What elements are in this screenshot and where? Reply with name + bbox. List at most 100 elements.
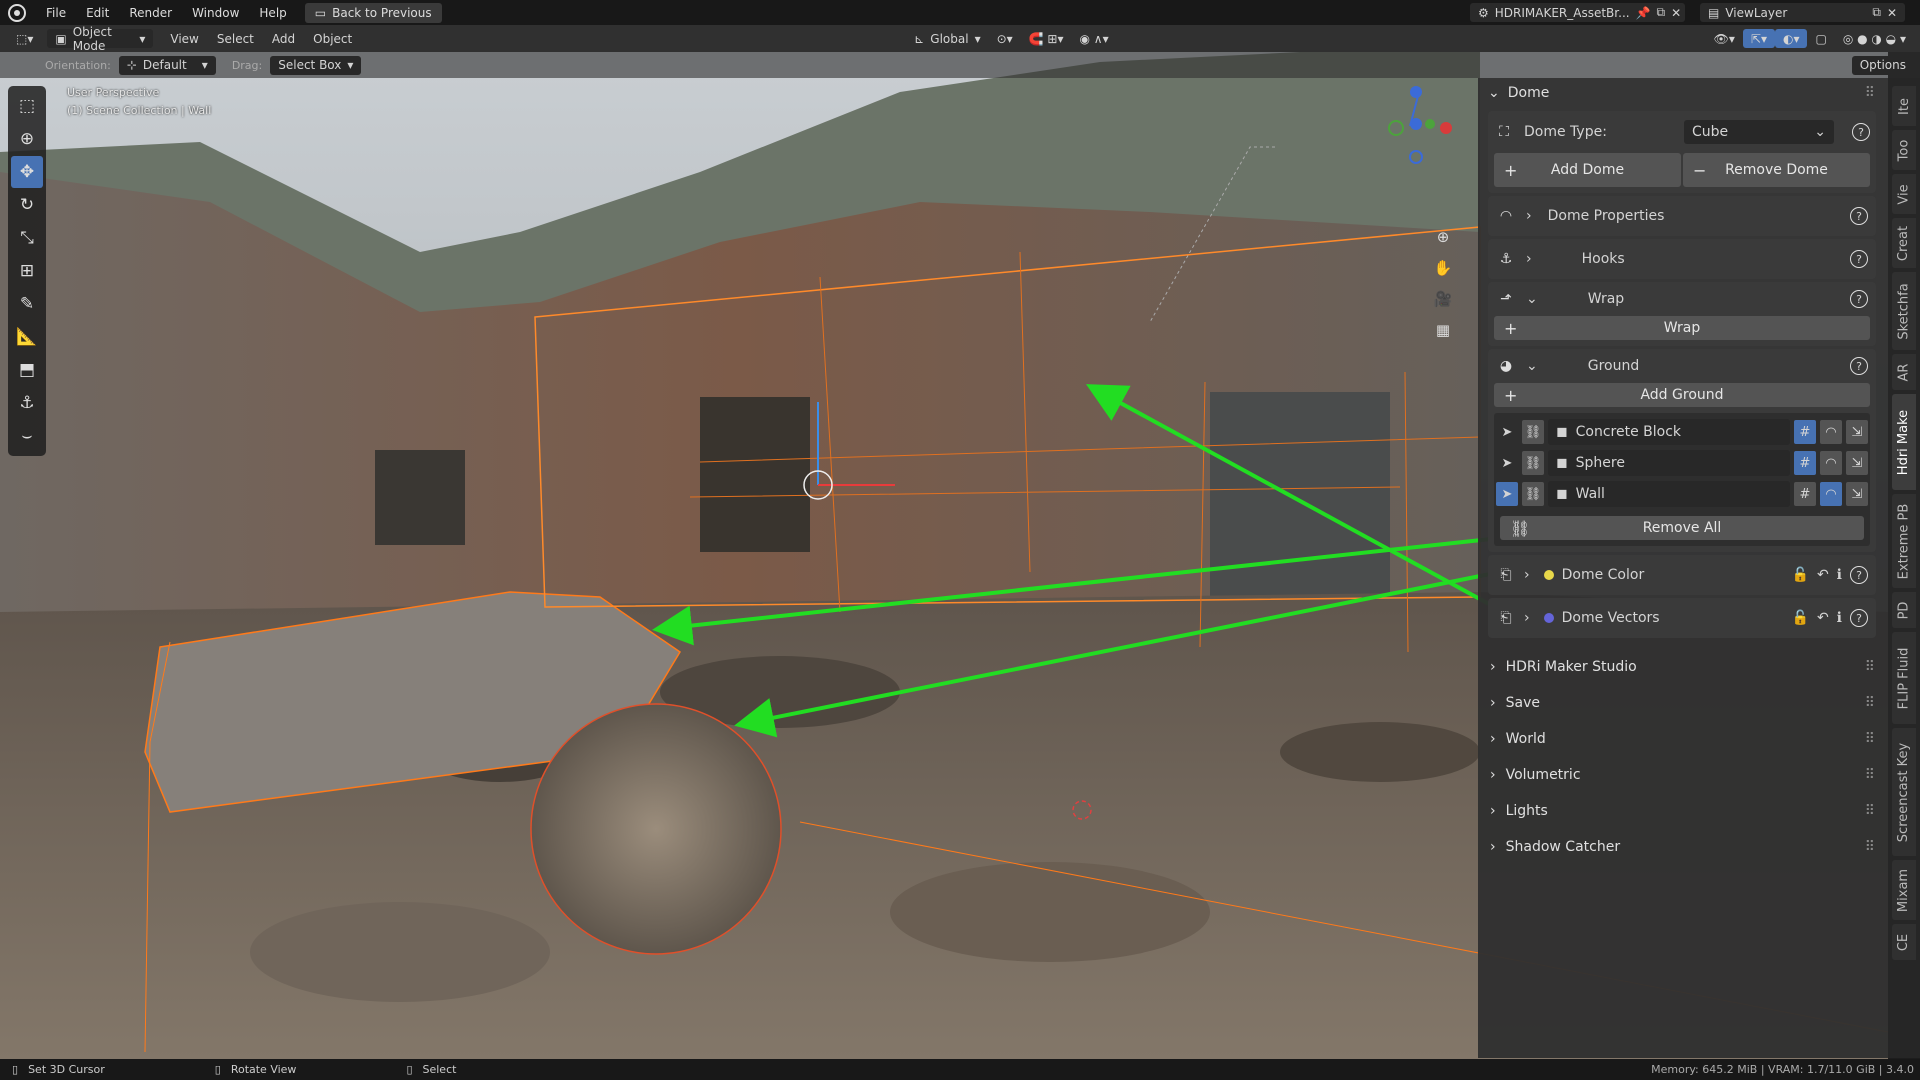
menu-help[interactable]: Help — [249, 6, 296, 20]
lock-icon[interactable]: 🔓 — [1792, 567, 1809, 583]
dome-vectors-section[interactable]: ⎗ › Dome Vectors 🔓 ↶ ℹ ? — [1488, 598, 1876, 638]
arc-icon[interactable]: ◠ — [1820, 482, 1842, 506]
grid-icon[interactable]: # — [1794, 451, 1816, 475]
hook-tool-icon[interactable]: ⚓ — [11, 387, 43, 419]
tab-sketchfab[interactable]: Sketchfa — [1892, 272, 1916, 350]
select-arrow-icon[interactable]: ➤ — [1496, 482, 1518, 506]
tab-mixamo[interactable]: Mixam — [1892, 860, 1916, 920]
select-arrow-icon[interactable]: ➤ — [1496, 420, 1518, 444]
menu-edit[interactable]: Edit — [76, 6, 119, 20]
blender-logo-icon[interactable] — [8, 3, 26, 22]
close-icon[interactable]: ✕ — [1671, 6, 1681, 20]
add-ground-button[interactable]: + Add Ground — [1494, 383, 1870, 407]
drag-grip-icon[interactable]: ⠿ — [1865, 767, 1875, 783]
rotate-tool-icon[interactable]: ↻ — [11, 189, 43, 221]
cursor-tool-icon[interactable]: ⊕ — [11, 123, 43, 155]
options-dropdown[interactable]: Options — [1851, 55, 1914, 75]
section-hdri-maker-studio[interactable]: › HDRi Maker Studio ⠿ — [1478, 649, 1888, 685]
view-layer-selector[interactable]: ▤ ViewLayer ⧉ ✕ — [1700, 3, 1905, 22]
unlink-icon[interactable]: ⛓ — [1522, 451, 1544, 475]
menu-window[interactable]: Window — [182, 6, 249, 20]
reset-icon[interactable]: ↶ — [1817, 610, 1829, 626]
tab-pd[interactable]: PD — [1892, 592, 1916, 628]
orientation-dropdown[interactable]: ⊹ Default ▾ — [118, 55, 216, 75]
section-world[interactable]: › World ⠿ — [1478, 721, 1888, 757]
add-dome-button[interactable]: + Add Dome — [1494, 153, 1681, 187]
wrap-button[interactable]: + Wrap — [1494, 316, 1870, 340]
move-tool-icon[interactable]: ✥ — [11, 156, 43, 188]
tab-hdri-maker[interactable]: Hdri Make — [1892, 394, 1916, 490]
help-icon[interactable]: ? — [1850, 357, 1868, 375]
help-icon[interactable]: ? — [1850, 207, 1868, 225]
snap-toggle[interactable]: 🧲 ⊞▾ — [1021, 29, 1072, 48]
arc-icon[interactable]: ◠ — [1820, 420, 1842, 444]
xray-toggle[interactable]: ▢ — [1807, 29, 1834, 48]
scale-tool-icon[interactable]: ⤡ — [11, 222, 43, 254]
tab-item[interactable]: Ite — [1892, 86, 1916, 126]
menu-file[interactable]: File — [36, 6, 76, 20]
shading-modes[interactable]: ◎ ● ◑ ◒ ▾ — [1835, 29, 1914, 48]
section-lights[interactable]: › Lights ⠿ — [1478, 793, 1888, 829]
drag-grip-icon[interactable]: ⠿ — [1865, 695, 1875, 711]
export-icon[interactable]: ⇲ — [1846, 482, 1868, 506]
editor-type-dropdown[interactable]: ⬚▾ — [8, 29, 41, 48]
hand-pan-icon[interactable]: ✋ — [1430, 255, 1456, 281]
gizmo-toggle[interactable]: ⇱▾ — [1742, 29, 1775, 48]
copy-icon[interactable]: ⧉ — [1657, 5, 1666, 20]
visibility-dropdown[interactable]: 👁▾ — [1706, 29, 1743, 48]
zoom-icon[interactable]: ⊕ — [1430, 224, 1456, 250]
grid-icon[interactable]: # — [1794, 420, 1816, 444]
add-cube-tool-icon[interactable]: ⬒ — [11, 354, 43, 386]
close-layer-icon[interactable]: ✕ — [1887, 6, 1897, 20]
help-icon[interactable]: ? — [1850, 566, 1868, 584]
remove-dome-button[interactable]: − Remove Dome — [1683, 153, 1870, 187]
info-icon[interactable]: ℹ — [1837, 610, 1842, 626]
help-icon[interactable]: ? — [1850, 290, 1868, 308]
ground-header[interactable]: ◕ ⌄ Ground ? — [1494, 349, 1870, 383]
drag-grip-icon[interactable]: ⠿ — [1865, 85, 1875, 101]
copy-layer-icon[interactable]: ⧉ — [1872, 5, 1881, 20]
dome-properties-section[interactable]: ◠ › Dome Properties ? — [1488, 196, 1876, 236]
object-name-field[interactable]: ◼ Concrete Block — [1548, 419, 1790, 445]
object-name-field[interactable]: ◼ Sphere — [1548, 450, 1790, 476]
annotate-tool-icon[interactable]: ✎ — [11, 288, 43, 320]
dome-panel-header[interactable]: ⌄ Dome ⠿ — [1478, 78, 1888, 108]
section-save[interactable]: › Save ⠿ — [1478, 685, 1888, 721]
select-box-tool-icon[interactable]: ⬚ — [11, 90, 43, 122]
tab-view[interactable]: Vie — [1892, 174, 1916, 214]
pivot-dropdown[interactable]: ⊙▾ — [989, 29, 1021, 48]
wrap-header[interactable]: ⬏ ⌄ Wrap ? — [1488, 282, 1876, 316]
section-shadow-catcher[interactable]: › Shadow Catcher ⠿ — [1478, 829, 1888, 865]
grid-perspective-icon[interactable]: ▦ — [1430, 317, 1456, 343]
tab-ce[interactable]: CE — [1892, 924, 1916, 960]
section-volumetric[interactable]: › Volumetric ⠿ — [1478, 757, 1888, 793]
curve-tool-icon[interactable]: ⌣ — [11, 420, 43, 452]
measure-tool-icon[interactable]: 📐 — [11, 321, 43, 353]
reset-icon[interactable]: ↶ — [1817, 567, 1829, 583]
back-to-previous-button[interactable]: ▭ Back to Previous — [304, 2, 442, 23]
menu-render[interactable]: Render — [119, 6, 182, 20]
export-icon[interactable]: ⇲ — [1846, 420, 1868, 444]
menu-object[interactable]: Object — [304, 32, 361, 46]
pin-icon[interactable]: 📌 — [1636, 6, 1651, 20]
tab-flip-fluid[interactable]: FLIP Fluid — [1892, 632, 1916, 724]
export-icon[interactable]: ⇲ — [1846, 451, 1868, 475]
drag-dropdown[interactable]: Select Box ▾ — [270, 55, 362, 75]
object-name-field[interactable]: ◼ Wall — [1548, 481, 1790, 507]
dome-color-section[interactable]: ⎗ › Dome Color 🔓 ↶ ℹ ? — [1488, 555, 1876, 595]
unlink-icon[interactable]: ⛓ — [1522, 420, 1544, 444]
tab-screencast-key[interactable]: Screencast Key — [1892, 728, 1916, 856]
help-icon[interactable]: ? — [1850, 609, 1868, 627]
drag-grip-icon[interactable]: ⠿ — [1865, 803, 1875, 819]
tab-create[interactable]: Creat — [1892, 218, 1916, 268]
info-icon[interactable]: ℹ — [1837, 567, 1842, 583]
tab-ar[interactable]: AR — [1892, 354, 1916, 390]
mode-dropdown[interactable]: ▣ Object Mode ▾ — [47, 25, 154, 53]
transform-orientation-dropdown[interactable]: ⊾ Global ▾ — [906, 29, 988, 48]
drag-grip-icon[interactable]: ⠿ — [1865, 659, 1875, 675]
drag-grip-icon[interactable]: ⠿ — [1865, 731, 1875, 747]
overlay-toggle[interactable]: ◐▾ — [1774, 29, 1808, 48]
lock-icon[interactable]: 🔓 — [1792, 610, 1809, 626]
tab-tool[interactable]: Too — [1892, 130, 1916, 170]
dome-type-dropdown[interactable]: Cube ⌄ — [1684, 120, 1834, 144]
